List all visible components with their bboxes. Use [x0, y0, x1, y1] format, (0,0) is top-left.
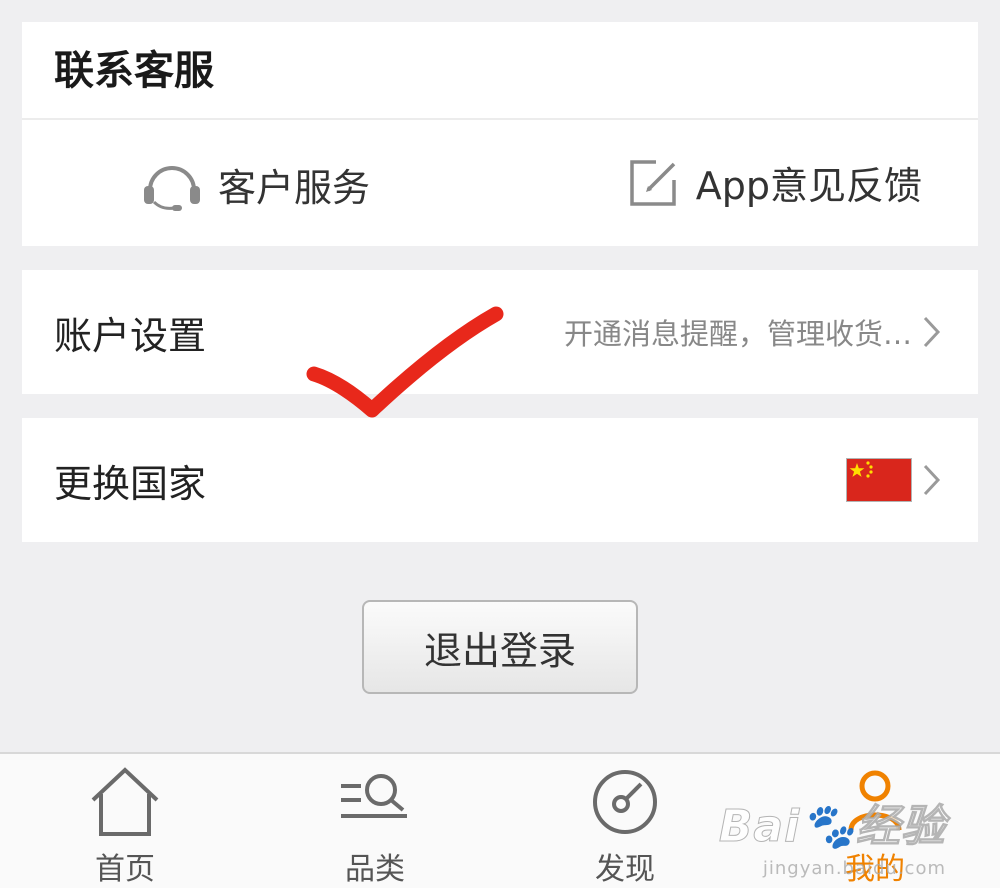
tab-category[interactable]: 品类: [250, 754, 500, 888]
account-settings-row[interactable]: 账户设置 开通消息提醒，管理收货…: [22, 270, 978, 394]
app-feedback-button[interactable]: App意见反馈: [626, 154, 922, 210]
user-icon: [848, 770, 902, 831]
bottom-tab-bar: 首页 品类 发现 我的: [0, 752, 1000, 888]
account-settings-label: 账户设置: [54, 313, 207, 358]
tab-mine[interactable]: 我的: [750, 754, 1000, 888]
headset-icon: [144, 166, 200, 211]
logout-button[interactable]: 退出登录: [362, 600, 638, 694]
home-icon: [91, 767, 159, 836]
china-flag-icon: [846, 458, 912, 502]
change-country-right: [846, 458, 942, 502]
change-country-label: 更换国家: [54, 461, 207, 506]
contact-options-row: 客户服务 App意见反馈: [22, 120, 978, 244]
account-settings-hint: 开通消息提醒，管理收货…: [563, 317, 912, 351]
tab-mine-label: 我的: [845, 852, 905, 887]
customer-service-label: 客户服务: [218, 165, 371, 210]
edit-icon: [630, 160, 676, 206]
app-feedback-label: App意见反馈: [695, 163, 922, 208]
change-country-row[interactable]: 更换国家: [22, 418, 978, 542]
tab-discover-label: 发现: [595, 852, 655, 887]
category-search-icon: [341, 774, 407, 818]
chevron-right-icon: [923, 316, 941, 348]
tab-home[interactable]: 首页: [0, 754, 250, 888]
contact-section-title: 联系客服: [22, 22, 978, 120]
tab-discover[interactable]: 发现: [500, 754, 750, 888]
tab-home-label: 首页: [95, 852, 155, 887]
account-settings-right: 开通消息提醒，管理收货…: [564, 311, 942, 353]
chevron-right-icon: [923, 464, 941, 496]
contact-service-card: 联系客服 客户服务 App意见反馈: [22, 22, 978, 246]
tab-category-label: 品类: [345, 852, 405, 887]
discover-icon: [593, 770, 657, 834]
customer-service-button[interactable]: 客户服务: [140, 154, 370, 214]
